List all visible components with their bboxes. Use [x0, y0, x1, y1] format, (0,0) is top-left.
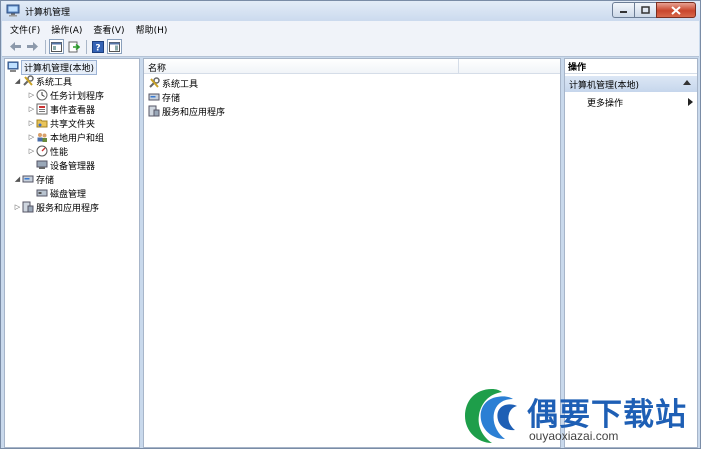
menu-file[interactable]: 文件(F): [10, 23, 40, 36]
storage-icon: [148, 91, 160, 103]
menu-view[interactable]: 查看(V): [93, 23, 124, 36]
watermark-brand: 偶要下载站: [527, 397, 687, 433]
expand-icon[interactable]: ▷: [27, 91, 36, 99]
expand-icon[interactable]: ◢: [13, 77, 22, 85]
tree-item-task-scheduler[interactable]: ▷ 任务计划程序: [27, 88, 104, 102]
tree-item-computer-management[interactable]: 计算机管理(本地): [7, 59, 98, 75]
actions-title: 操作: [565, 59, 697, 74]
more-actions-item[interactable]: 更多操作: [587, 95, 695, 109]
minimize-button[interactable]: [612, 2, 634, 18]
performance-icon: [36, 145, 48, 157]
expand-icon[interactable]: ▷: [27, 105, 36, 113]
minimize-icon: [620, 10, 627, 13]
computer-management-window: 计算机管理 文件(F) 操作(A) 查看(V) 帮助(H) ? 计算机管理(本地…: [0, 0, 701, 449]
actions-group-header[interactable]: 计算机管理(本地): [565, 76, 697, 92]
services-icon: [22, 201, 34, 213]
site-watermark: 偶要下载站 ouyaoxiazai.com: [461, 383, 701, 449]
tree-item-label: 事件查看器: [50, 105, 96, 116]
disk-icon: [36, 187, 48, 199]
tree-item-label: 存储: [36, 175, 55, 186]
list-item-label: 存储: [162, 93, 181, 104]
tree-item-label: 性能: [50, 147, 69, 158]
services-icon: [148, 105, 160, 117]
show-hide-action-pane-button[interactable]: [107, 39, 122, 54]
tree-item-label: 计算机管理(本地): [21, 59, 98, 75]
list-item[interactable]: 服务和应用程序: [148, 104, 225, 118]
window-controls: [612, 2, 696, 18]
toolbar-separator: [86, 39, 87, 54]
arrow-right-icon: [27, 42, 38, 51]
column-divider[interactable]: [458, 59, 459, 74]
tree-item-shared-folders[interactable]: ▷ 共享文件夹: [27, 116, 95, 130]
list-header: 名称: [144, 59, 560, 74]
collapse-icon[interactable]: [683, 80, 691, 85]
list-item[interactable]: 系统工具: [148, 76, 198, 90]
export-list-button[interactable]: [66, 39, 81, 54]
window-title: 计算机管理: [25, 8, 71, 18]
toolbar-separator: [45, 39, 46, 54]
help-button[interactable]: ?: [90, 39, 105, 54]
forward-button[interactable]: [25, 39, 40, 54]
tree-item-label: 本地用户和组: [50, 133, 105, 144]
event-viewer-icon: [36, 103, 48, 115]
tree-item-label: 服务和应用程序: [36, 203, 100, 214]
close-icon: [671, 5, 681, 15]
menu-bar: 文件(F) 操作(A) 查看(V) 帮助(H): [2, 21, 699, 37]
svg-text:?: ?: [95, 43, 100, 53]
action-pane-icon: [109, 41, 120, 52]
tree-item-system-tools[interactable]: ◢ 系统工具: [13, 74, 72, 88]
tree-item-label: 设备管理器: [50, 161, 96, 172]
storage-icon: [22, 173, 34, 185]
actions-group-label: 计算机管理(本地): [569, 80, 640, 91]
arrow-left-icon: [10, 42, 21, 51]
watermark-logo-icon: [465, 389, 517, 443]
tree-item-device-manager[interactable]: 设备管理器: [36, 158, 95, 172]
console-tree-pane: 计算机管理(本地) ◢ 系统工具 ▷ 任务计划程序 ▷ 事件查看器 ▷ 共享文件…: [4, 58, 140, 448]
list-item-label: 服务和应用程序: [162, 107, 226, 118]
back-button[interactable]: [8, 39, 23, 54]
users-icon: [36, 131, 48, 143]
device-manager-icon: [36, 159, 48, 171]
title-bar[interactable]: 计算机管理: [1, 1, 700, 21]
menu-help[interactable]: 帮助(H): [136, 23, 168, 36]
clock-icon: [36, 89, 48, 101]
menu-action[interactable]: 操作(A): [51, 23, 82, 36]
tree-item-local-users-groups[interactable]: ▷ 本地用户和组: [27, 130, 104, 144]
expand-icon[interactable]: ◢: [13, 175, 22, 183]
tree-item-performance[interactable]: ▷ 性能: [27, 144, 68, 158]
expand-icon[interactable]: ▷: [27, 147, 36, 155]
expand-icon[interactable]: ▷: [27, 133, 36, 141]
console-tree-icon: [51, 41, 62, 52]
tree-item-storage[interactable]: ◢ 存储: [13, 172, 54, 186]
tree-item-label: 任务计划程序: [50, 91, 105, 102]
tree-item-label: 共享文件夹: [50, 119, 96, 130]
list-item[interactable]: 存储: [148, 90, 180, 104]
show-hide-tree-button[interactable]: [49, 39, 64, 54]
maximize-button[interactable]: [634, 2, 656, 18]
tree-item-event-viewer[interactable]: ▷ 事件查看器: [27, 102, 95, 116]
computer-management-icon: [6, 4, 20, 17]
chevron-right-icon: [688, 98, 693, 106]
expand-icon[interactable]: ▷: [13, 203, 22, 211]
list-item-label: 系统工具: [162, 79, 199, 90]
tools-icon: [22, 75, 34, 87]
export-icon: [68, 41, 80, 52]
tree-item-label: 磁盘管理: [50, 189, 87, 200]
help-icon: ?: [91, 40, 104, 53]
expand-icon[interactable]: ▷: [27, 119, 36, 127]
column-header-name[interactable]: 名称: [148, 61, 166, 74]
tools-icon: [148, 77, 160, 89]
shared-folder-icon: [36, 117, 48, 129]
watermark-url: ouyaoxiazai.com: [529, 429, 619, 443]
more-actions-label: 更多操作: [587, 98, 624, 109]
maximize-icon: [641, 6, 650, 14]
tree-item-services-applications[interactable]: ▷ 服务和应用程序: [13, 200, 99, 214]
close-button[interactable]: [656, 2, 696, 18]
toolbar: ?: [2, 37, 699, 57]
tree-item-label: 系统工具: [36, 77, 73, 88]
computer-management-icon: [7, 61, 19, 73]
tree-item-disk-management[interactable]: 磁盘管理: [36, 186, 86, 200]
